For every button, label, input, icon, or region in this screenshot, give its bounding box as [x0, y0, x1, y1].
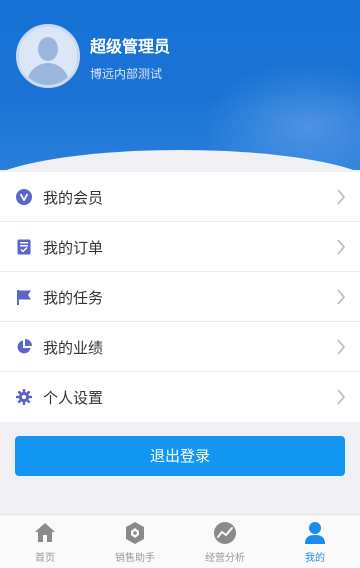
menu-item-label: 我的业绩: [43, 339, 104, 357]
menu-item-members[interactable]: 我的会员: [0, 172, 360, 222]
flag-icon: [17, 290, 31, 305]
chevron-right-icon: [337, 289, 345, 305]
chevron-right-icon: [337, 389, 345, 405]
tab-label: 首页: [35, 553, 55, 564]
gear-icon: [16, 389, 32, 405]
tab-mine[interactable]: 我的: [270, 515, 360, 568]
tab-label: 经营分析: [205, 553, 245, 564]
pie-chart-icon: [17, 339, 32, 354]
menu-item-label: 我的会员: [43, 189, 104, 207]
menu-item-label: 个人设置: [43, 389, 104, 407]
profile-subtitle: 博远内部测试: [90, 67, 163, 81]
tab-sales-assistant[interactable]: 销售助手: [90, 515, 180, 568]
menu-item-settings[interactable]: 个人设置: [0, 372, 360, 422]
bottom-tab-bar: 首页 销售助手 经营分析 我的: [0, 514, 360, 568]
menu-item-label: 我的任务: [43, 289, 104, 307]
trend-icon: [214, 522, 236, 544]
menu-item-performance[interactable]: 我的业绩: [0, 322, 360, 372]
menu-item-orders[interactable]: 我的订单: [0, 222, 360, 272]
logout-button[interactable]: 退出登录: [15, 436, 345, 476]
menu-item-tasks[interactable]: 我的任务: [0, 272, 360, 322]
v-badge-icon: [16, 189, 32, 205]
tab-label: 销售助手: [115, 553, 155, 564]
menu-item-label: 我的订单: [43, 239, 104, 257]
home-icon: [35, 523, 55, 542]
tab-home[interactable]: 首页: [0, 515, 90, 568]
user-icon: [305, 522, 325, 544]
chevron-right-icon: [337, 339, 345, 355]
menu-list: 我的会员 我的订单 我的任务 我的业绩 个人设置: [0, 172, 360, 422]
logout-section: 退出登录: [0, 422, 360, 512]
profile-header: 超级管理员 博远内部测试: [0, 0, 360, 170]
clipboard-check-icon: [17, 239, 31, 255]
chevron-right-icon: [337, 189, 345, 205]
chevron-right-icon: [337, 239, 345, 255]
tag-icon: [126, 522, 144, 544]
profile-name: 超级管理员: [90, 37, 171, 56]
tab-business-analysis[interactable]: 经营分析: [180, 515, 270, 568]
avatar[interactable]: [16, 24, 80, 88]
tab-label: 我的: [305, 553, 325, 564]
